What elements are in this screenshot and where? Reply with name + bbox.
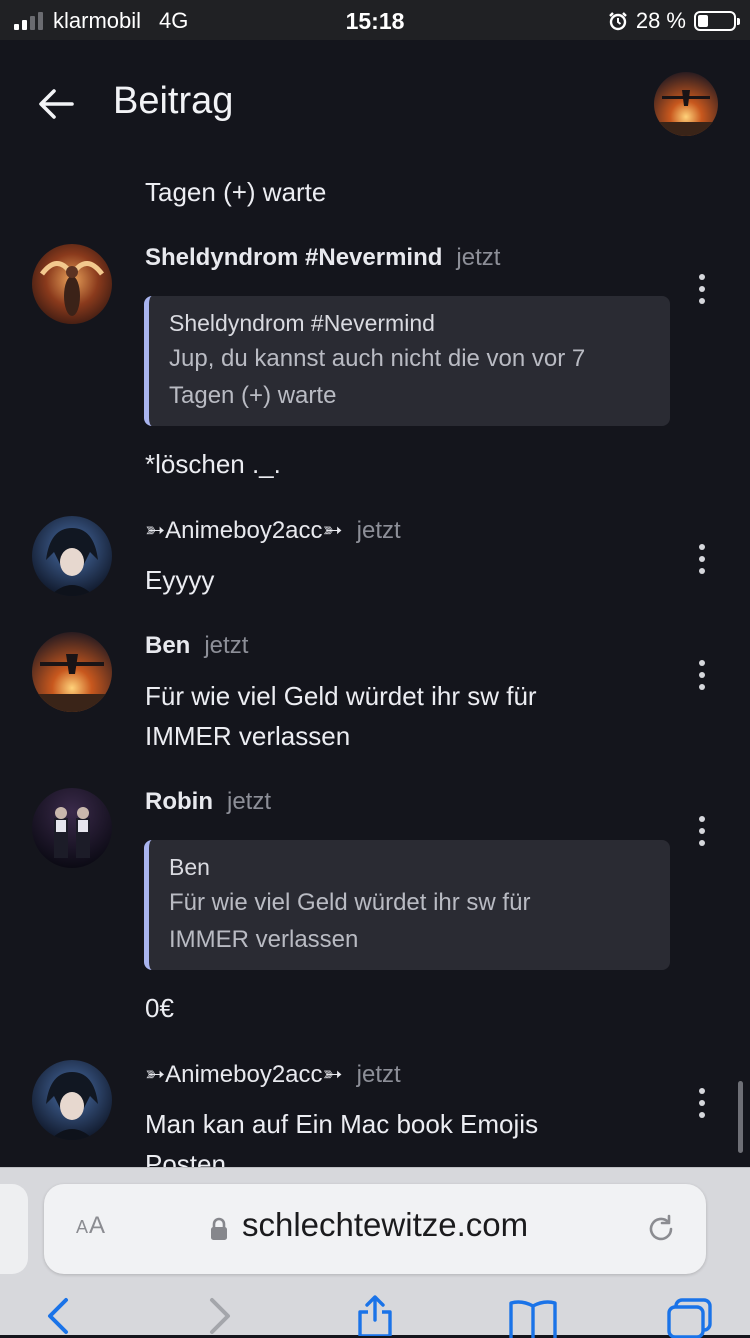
post-time: jetzt (226, 788, 271, 815)
quote-block[interactable]: Ben Für wie viel Geld würdet ihr sw für … (144, 840, 670, 970)
post-header: Sheldyndrom #Nevermind jetzt (145, 244, 500, 272)
user-avatar[interactable] (654, 72, 718, 136)
post-text-line: Für wie viel Geld würdet ihr sw für (145, 681, 537, 711)
bookmarks-icon[interactable] (508, 1298, 558, 1338)
battery-percent: 28 % (635, 8, 686, 33)
post-time: jetzt (356, 517, 401, 544)
avatar[interactable] (32, 788, 112, 868)
post-time: jetzt (356, 1061, 401, 1088)
more-options-icon[interactable] (696, 660, 708, 690)
share-icon[interactable] (354, 1294, 396, 1336)
post-author[interactable]: Robin (145, 788, 213, 815)
post-header: ➳Animeboy2acc➳ jetzt (145, 1060, 401, 1089)
page-title: Beitrag (113, 80, 234, 122)
scrollbar[interactable] (738, 1081, 743, 1153)
post-header: Ben jetzt (145, 632, 248, 660)
quote-author: Sheldyndrom #Nevermind (169, 310, 435, 336)
avatar[interactable] (32, 516, 112, 596)
post-author[interactable]: Ben (145, 632, 190, 659)
text-size-button[interactable]: AA (76, 1212, 106, 1240)
post-text: 0€ (145, 993, 174, 1023)
more-options-icon[interactable] (696, 274, 708, 304)
lock-icon (211, 1217, 227, 1240)
browser-toolbar: AA schlechtewitze.com (0, 1167, 750, 1338)
more-options-icon[interactable] (696, 544, 708, 574)
tabs-icon[interactable] (666, 1296, 714, 1338)
more-options-icon[interactable] (696, 816, 708, 846)
forward-icon[interactable] (206, 1296, 234, 1336)
previous-tab-card[interactable] (0, 1184, 28, 1274)
post-author[interactable]: ➳Animeboy2acc➳ (145, 1061, 343, 1088)
back-icon[interactable] (44, 1296, 72, 1336)
post-author[interactable]: ➳Animeboy2acc➳ (145, 517, 343, 544)
post-text-line: IMMER verlassen (145, 721, 351, 751)
address-bar[interactable]: AA schlechtewitze.com (44, 1184, 706, 1274)
post-header: ➳Animeboy2acc➳ jetzt (145, 516, 401, 545)
truncated-post-text: Tagen (+) warte (145, 177, 327, 207)
back-arrow-icon[interactable] (36, 84, 76, 124)
battery-icon (694, 11, 740, 31)
post-text-line: Posten (145, 1149, 226, 1167)
quote-text-line: IMMER verlassen (169, 926, 359, 953)
quote-author: Ben (169, 854, 210, 880)
post-header: Robin jetzt (145, 788, 271, 816)
avatar[interactable] (32, 244, 112, 324)
post-author[interactable]: Sheldyndrom #Nevermind (145, 244, 442, 271)
avatar[interactable] (32, 632, 112, 712)
status-bar: klarmobil 4G 15:18 28 % (0, 0, 750, 40)
url-text: schlechtewitze.com (242, 1206, 529, 1243)
post-time: jetzt (204, 632, 249, 659)
post-text: *löschen ._. (145, 449, 281, 479)
comment-feed: Tagen (+) warte Sheldyndrom #Nevermind je… (0, 170, 750, 1167)
post-text: Eyyyy (145, 565, 215, 595)
reload-icon[interactable] (644, 1212, 678, 1246)
quote-block[interactable]: Sheldyndrom #Nevermind Jup, du kannst au… (144, 296, 670, 426)
post-text-line: Man kan auf Ein Mac book Emojis (145, 1109, 539, 1139)
quote-text-line: Jup, du kannst auch nicht die von vor 7 (169, 345, 586, 372)
quote-text-line: Für wie viel Geld würdet ihr sw für (169, 889, 531, 916)
alarm-icon (608, 12, 627, 31)
app-header: Beitrag (0, 40, 750, 170)
post-time: jetzt (456, 244, 501, 271)
avatar[interactable] (32, 1060, 112, 1140)
more-options-icon[interactable] (696, 1088, 708, 1118)
quote-text-line: Tagen (+) warte (169, 382, 337, 409)
